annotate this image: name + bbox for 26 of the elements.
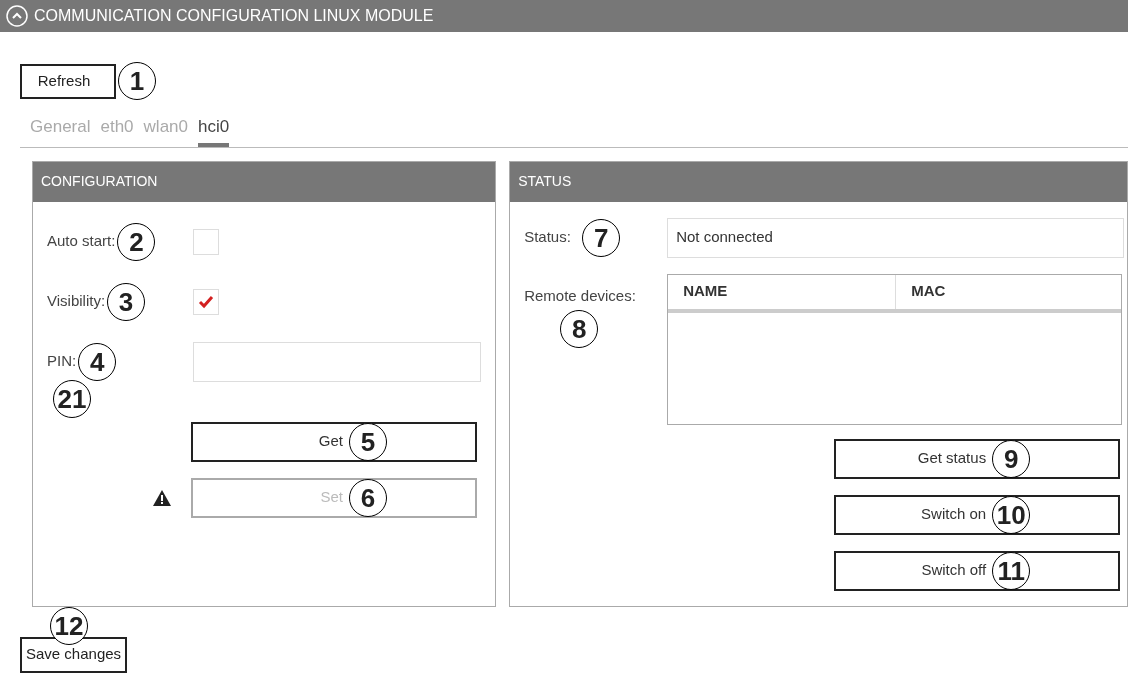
checkbox[interactable]: [193, 228, 219, 255]
callout-number: 2: [117, 222, 156, 261]
pin-input-field[interactable]: [193, 341, 481, 382]
collapse-icon[interactable]: [6, 5, 28, 27]
checkmark-icon: [198, 294, 214, 309]
panel-title: CONFIGURATION: [41, 172, 158, 191]
refresh-button[interactable]: Refresh: [20, 64, 116, 99]
save-changes-button[interactable]: Save changes: [20, 636, 128, 673]
field-label: PIN:: [47, 351, 77, 372]
panel-title: STATUS: [518, 172, 572, 191]
checkbox[interactable]: [193, 288, 219, 315]
column-header: NAME: [668, 274, 897, 309]
module-title: COMMUNICATION CONFIGURATION LINUX MODULE: [34, 6, 434, 26]
field-label: Auto start:: [47, 231, 116, 252]
callout-number: 1: [118, 62, 156, 100]
field-label: Remote devices:: [524, 286, 636, 304]
field-label: Status:: [524, 227, 571, 248]
callout-number: 3: [107, 282, 146, 321]
callout-number: 7: [582, 218, 621, 257]
status-value: Not connected: [676, 227, 773, 248]
tab[interactable]: hci0: [198, 114, 230, 147]
callout-number: 4: [78, 342, 117, 381]
field-label: Visibility:: [47, 291, 106, 312]
callout-number: 8: [560, 309, 599, 348]
callout-number: 21: [53, 379, 91, 418]
column-header: MAC: [910, 281, 947, 302]
